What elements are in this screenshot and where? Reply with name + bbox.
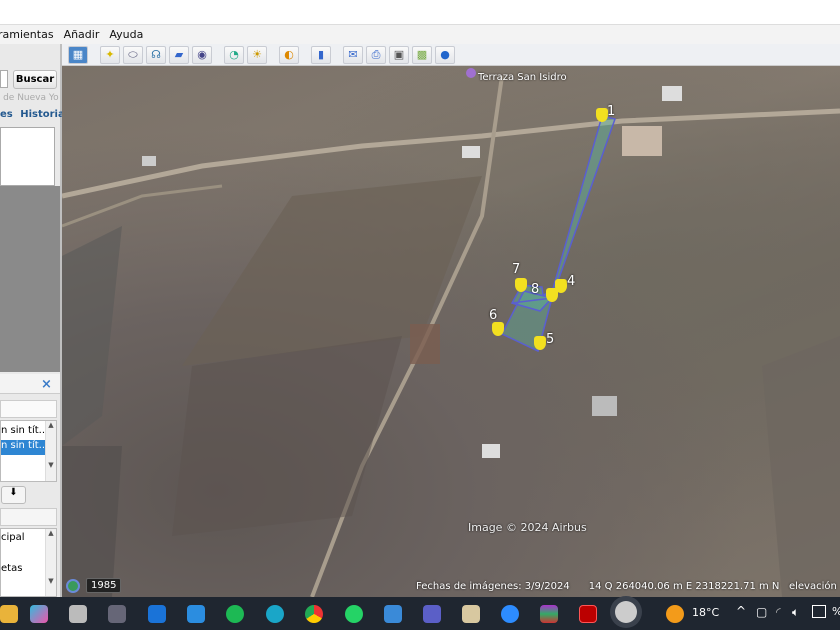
layers-scrollbar[interactable]: ▲ ▼ bbox=[45, 529, 56, 596]
pin-label-6: 6 bbox=[489, 308, 498, 323]
pin-icon[interactable] bbox=[546, 288, 558, 302]
tray-icon[interactable]: % bbox=[832, 605, 840, 618]
menu-anadir[interactable]: Añadir bbox=[64, 28, 100, 41]
search-hint: es de Nueva Yo bbox=[0, 93, 59, 103]
map-view[interactable]: Terraza San Isidro 1 4 5 6 7 8 Image © 2… bbox=[62, 66, 840, 597]
printer-app-icon[interactable] bbox=[69, 605, 87, 623]
paint-icon[interactable] bbox=[462, 605, 480, 623]
print-icon[interactable]: ⎙ bbox=[366, 45, 386, 64]
copilot-icon[interactable] bbox=[30, 605, 48, 623]
view-in-maps-icon[interactable]: ▩ bbox=[412, 45, 432, 64]
layers-header bbox=[0, 508, 57, 526]
earth-icon[interactable]: ● bbox=[435, 45, 455, 64]
tray-chevron-icon[interactable]: ^ bbox=[736, 604, 746, 618]
pin-label-4: 4 bbox=[567, 274, 576, 289]
add-polygon-icon[interactable]: ⬭ bbox=[123, 45, 143, 64]
tab-lugares[interactable]: es bbox=[0, 109, 13, 120]
historical-imagery-icon[interactable]: ◔ bbox=[224, 45, 244, 64]
layers-list: cipal etas ▲ ▼ bbox=[0, 528, 57, 597]
menu-herramientas[interactable]: ramientas bbox=[0, 28, 54, 41]
search-input[interactable] bbox=[0, 70, 8, 88]
layer-item-etiquetas[interactable]: etas bbox=[1, 563, 22, 574]
pin-icon[interactable] bbox=[534, 336, 546, 350]
volume-icon[interactable]: 🔈︎ bbox=[792, 605, 799, 620]
notification-icon[interactable] bbox=[812, 605, 826, 618]
ruler-icon[interactable]: ▮ bbox=[311, 45, 331, 64]
menu-ayuda[interactable]: Ayuda bbox=[109, 28, 143, 41]
sidebar-toggle-button[interactable]: ▦ bbox=[68, 45, 88, 64]
add-image-overlay-icon[interactable]: ▰ bbox=[169, 45, 189, 64]
pin-label-1: 1 bbox=[607, 104, 616, 119]
historical-imagery-icon[interactable] bbox=[66, 579, 80, 593]
search-results bbox=[0, 127, 55, 186]
place-label[interactable]: Terraza San Isidro bbox=[478, 72, 567, 83]
winrar-icon[interactable] bbox=[540, 605, 558, 623]
sunlight-icon[interactable]: ☀ bbox=[247, 45, 267, 64]
app-icon[interactable] bbox=[384, 605, 402, 623]
imagery-copyright: Image © 2024 Airbus bbox=[468, 521, 587, 534]
status-bar: Fechas de imágenes: 3/9/2024 14 Q 264040… bbox=[416, 581, 840, 592]
layer-item-principal[interactable]: cipal bbox=[1, 532, 25, 543]
add-placemark-icon[interactable]: ✦ bbox=[100, 45, 120, 64]
app-icon[interactable] bbox=[0, 605, 18, 623]
email-icon[interactable]: ✉ bbox=[343, 45, 363, 64]
chrome-icon[interactable] bbox=[305, 605, 323, 623]
historical-year[interactable]: 1985 bbox=[86, 578, 122, 593]
window-title-bar bbox=[0, 0, 840, 25]
zoom-icon[interactable] bbox=[501, 605, 519, 623]
results-area bbox=[0, 186, 60, 372]
pin-label-7: 7 bbox=[512, 262, 521, 277]
places-list: n sin tít... n sin tít... ▲ ▼ bbox=[0, 420, 57, 482]
calculator-icon[interactable] bbox=[108, 605, 126, 623]
menu-bar: ramientas Añadir Ayuda bbox=[0, 25, 840, 44]
edge-icon[interactable] bbox=[266, 605, 284, 623]
map-imagery bbox=[62, 75, 840, 597]
move-down-button[interactable]: ⬇ bbox=[1, 486, 26, 504]
acrobat-icon[interactable] bbox=[579, 605, 597, 623]
taskbar: 18°C ^ ▢ ◜ 🔈︎ % bbox=[0, 597, 840, 630]
sidebar: Buscar es de Nueva Yo es Historial × n s… bbox=[0, 44, 68, 597]
wifi-icon[interactable]: ◜ bbox=[776, 605, 781, 619]
spotify-icon[interactable] bbox=[226, 605, 244, 623]
temperature[interactable]: 18°C bbox=[692, 606, 719, 619]
place-item[interactable]: n sin tít... bbox=[1, 425, 46, 436]
toolbar: ▦ ✦ ⬭ ☊ ▰ ◉ ◔ ☀ ◐ ▮ ✉ ⎙ ▣ ▩ ● bbox=[62, 44, 840, 66]
teams-icon[interactable] bbox=[423, 605, 441, 623]
search-button[interactable]: Buscar bbox=[13, 70, 57, 89]
whatsapp-icon[interactable] bbox=[345, 605, 363, 623]
pin-icon[interactable] bbox=[515, 278, 527, 292]
add-path-icon[interactable]: ☊ bbox=[146, 45, 166, 64]
pin-label-8: 8 bbox=[531, 282, 540, 297]
record-tour-icon[interactable]: ◉ bbox=[192, 45, 212, 64]
save-image-icon[interactable]: ▣ bbox=[389, 45, 409, 64]
pin-label-5: 5 bbox=[546, 332, 555, 347]
store-icon[interactable] bbox=[187, 605, 205, 623]
planets-icon[interactable]: ◐ bbox=[279, 45, 299, 64]
google-earth-icon[interactable] bbox=[615, 601, 637, 623]
places-scrollbar[interactable]: ▲ ▼ bbox=[45, 421, 56, 481]
pin-icon[interactable] bbox=[492, 322, 504, 336]
place-label-icon bbox=[466, 68, 476, 78]
tab-historial[interactable]: Historial bbox=[20, 109, 68, 120]
places-filter-input[interactable] bbox=[0, 400, 57, 418]
place-item-selected[interactable]: n sin tít... bbox=[1, 440, 46, 455]
close-icon[interactable]: × bbox=[41, 377, 52, 392]
meet-icon[interactable]: ▢ bbox=[756, 605, 767, 619]
mail-icon[interactable] bbox=[148, 605, 166, 623]
weather-icon bbox=[666, 605, 684, 623]
